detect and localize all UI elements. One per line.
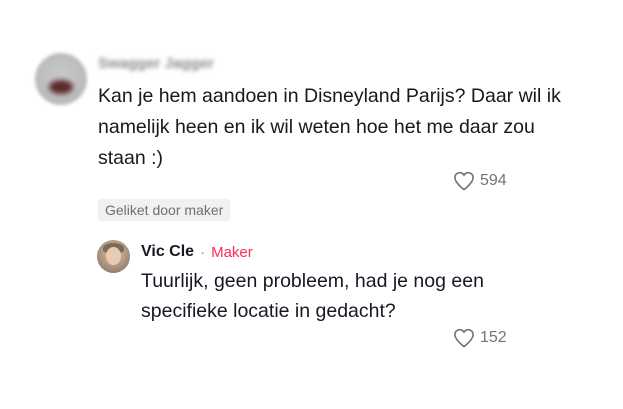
reply-header: Vic Cle · Maker	[141, 243, 253, 261]
reply-text: Tuurlijk, geen probleem, had je nog een …	[141, 270, 484, 322]
avatar-face-detail	[106, 247, 121, 265]
liked-by-creator-badge: Geliket door maker	[98, 199, 231, 221]
comment-like-count: 594	[480, 172, 507, 189]
reply-like-count: 152	[480, 329, 507, 346]
avatar-image-detail	[49, 80, 73, 94]
comment-like-button[interactable]: 594	[453, 171, 507, 191]
reply-username[interactable]: Vic Cle	[141, 243, 194, 261]
reply-separator: ·	[200, 243, 206, 261]
commenter-avatar[interactable]	[35, 53, 87, 105]
heart-outline-icon	[454, 328, 474, 348]
reply-like-button[interactable]: 152	[453, 328, 507, 348]
creator-label: Maker	[211, 243, 253, 261]
comment-text: Kan je hem aandoen in Disneyland Parijs?…	[98, 85, 561, 169]
commenter-username[interactable]: Swagger Jagger	[98, 55, 214, 72]
heart-outline-icon	[454, 171, 474, 191]
reply-avatar[interactable]	[97, 240, 130, 273]
